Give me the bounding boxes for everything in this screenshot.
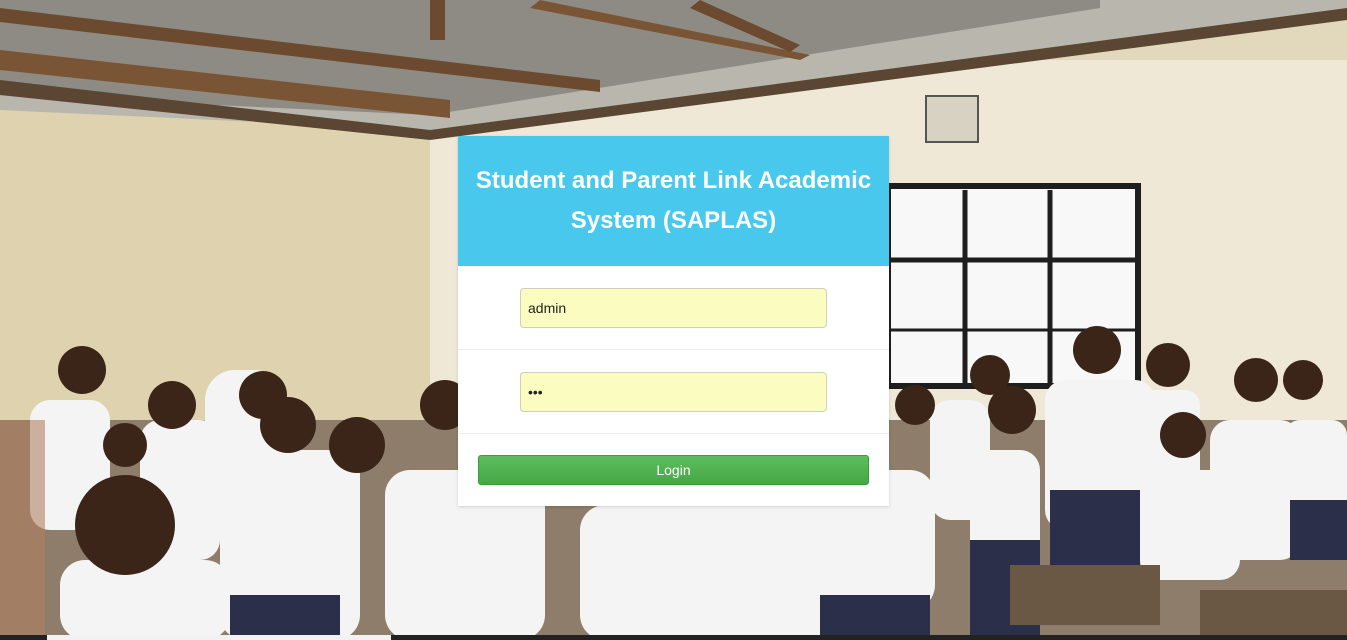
bottom-strip-segment <box>47 635 391 640</box>
login-header: Student and Parent Link Academic System … <box>458 136 889 266</box>
username-input[interactable] <box>520 287 827 328</box>
login-button-row: Login <box>458 434 889 506</box>
app-title: Student and Parent Link Academic System … <box>475 167 872 234</box>
bottom-strip <box>0 635 1347 640</box>
login-button[interactable]: Login <box>478 455 869 485</box>
username-row <box>458 266 889 350</box>
password-row <box>458 350 889 434</box>
login-card: Student and Parent Link Academic System … <box>458 136 889 506</box>
password-input[interactable] <box>520 371 827 412</box>
